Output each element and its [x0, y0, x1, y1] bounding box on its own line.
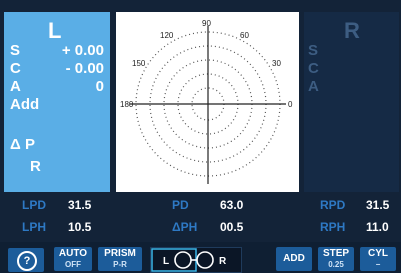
right-sphere-label: S — [308, 42, 319, 59]
step-value: 0.25 — [328, 260, 344, 269]
help-icon: ? — [17, 251, 37, 271]
cyl-button[interactable]: CYL − — [360, 247, 396, 271]
left-lens-icon — [174, 251, 192, 269]
rpd-value: 31.5 — [366, 198, 390, 212]
auto-state: OFF — [65, 260, 81, 269]
axis-value: 0 — [95, 78, 104, 95]
lens-left-letter: L — [163, 256, 169, 267]
prism-button[interactable]: PRISM P-R — [98, 247, 142, 271]
cylinder-value: - 0.00 — [65, 60, 104, 77]
prism-label: PRISM — [104, 248, 136, 259]
prism-base-label: R — [30, 158, 41, 175]
pd-value: 63.0 — [220, 198, 244, 212]
label-150: 150 — [132, 59, 146, 68]
right-cylinder-label: C — [308, 60, 319, 77]
lph-value: 10.5 — [68, 220, 92, 234]
axis-label: A — [10, 78, 21, 95]
right-lens-panel[interactable]: R S C A — [304, 12, 399, 192]
lpd-value: 31.5 — [68, 198, 92, 212]
label-120: 120 — [160, 31, 174, 40]
add-button[interactable]: ADD — [276, 247, 312, 271]
axis-chart: 90 120 60 150 30 180 0 — [116, 12, 299, 192]
lens-selector-graphic: L R — [151, 248, 227, 272]
label-90: 90 — [202, 19, 211, 28]
right-lens-icon — [196, 251, 214, 269]
add-label: Add — [10, 96, 40, 113]
step-button[interactable]: STEP 0.25 — [318, 247, 354, 271]
label-0: 0 — [288, 100, 293, 109]
prism-label: Δ P — [10, 136, 35, 153]
label-30: 30 — [272, 59, 281, 68]
cylinder-label: C — [10, 60, 21, 77]
axis-chart-svg: 90 120 60 150 30 180 0 — [120, 19, 293, 184]
step-label: STEP — [322, 248, 350, 259]
left-lens-letter: L — [48, 18, 62, 43]
right-axis-label: A — [308, 78, 319, 95]
help-button[interactable]: ? — [8, 248, 44, 272]
cyl-label: CYL — [368, 248, 388, 259]
lens-selector[interactable]: L R — [150, 247, 242, 273]
pd-label: PD — [172, 198, 189, 212]
rpd-label: RPD — [320, 198, 346, 212]
rph-value: 11.0 — [366, 220, 389, 234]
label-180: 180 — [120, 100, 134, 109]
sphere-value: + 0.00 — [61, 42, 104, 59]
right-lens-letter: R — [344, 18, 360, 43]
lensmeter-screen: L S + 0.00 C - 0.00 A 0 Add Δ P R 90 120… — [0, 0, 401, 273]
delta-ph-label: ΔPH — [172, 220, 198, 234]
auto-button[interactable]: AUTO OFF — [54, 247, 92, 271]
label-60: 60 — [240, 31, 249, 40]
auto-label: AUTO — [58, 248, 88, 259]
sphere-label: S — [10, 42, 21, 59]
left-lens-panel[interactable]: L S + 0.00 C - 0.00 A 0 Add Δ P R — [4, 12, 110, 192]
prism-mode: P-R — [113, 260, 127, 269]
delta-ph-value: 00.5 — [220, 220, 244, 234]
lpd-label: LPD — [22, 198, 46, 212]
lph-label: LPH — [22, 220, 46, 234]
lens-right-letter: R — [219, 256, 227, 267]
cyl-sign: − — [375, 260, 381, 269]
left-lens-highlight — [151, 248, 197, 272]
rph-label: RPH — [320, 220, 346, 234]
